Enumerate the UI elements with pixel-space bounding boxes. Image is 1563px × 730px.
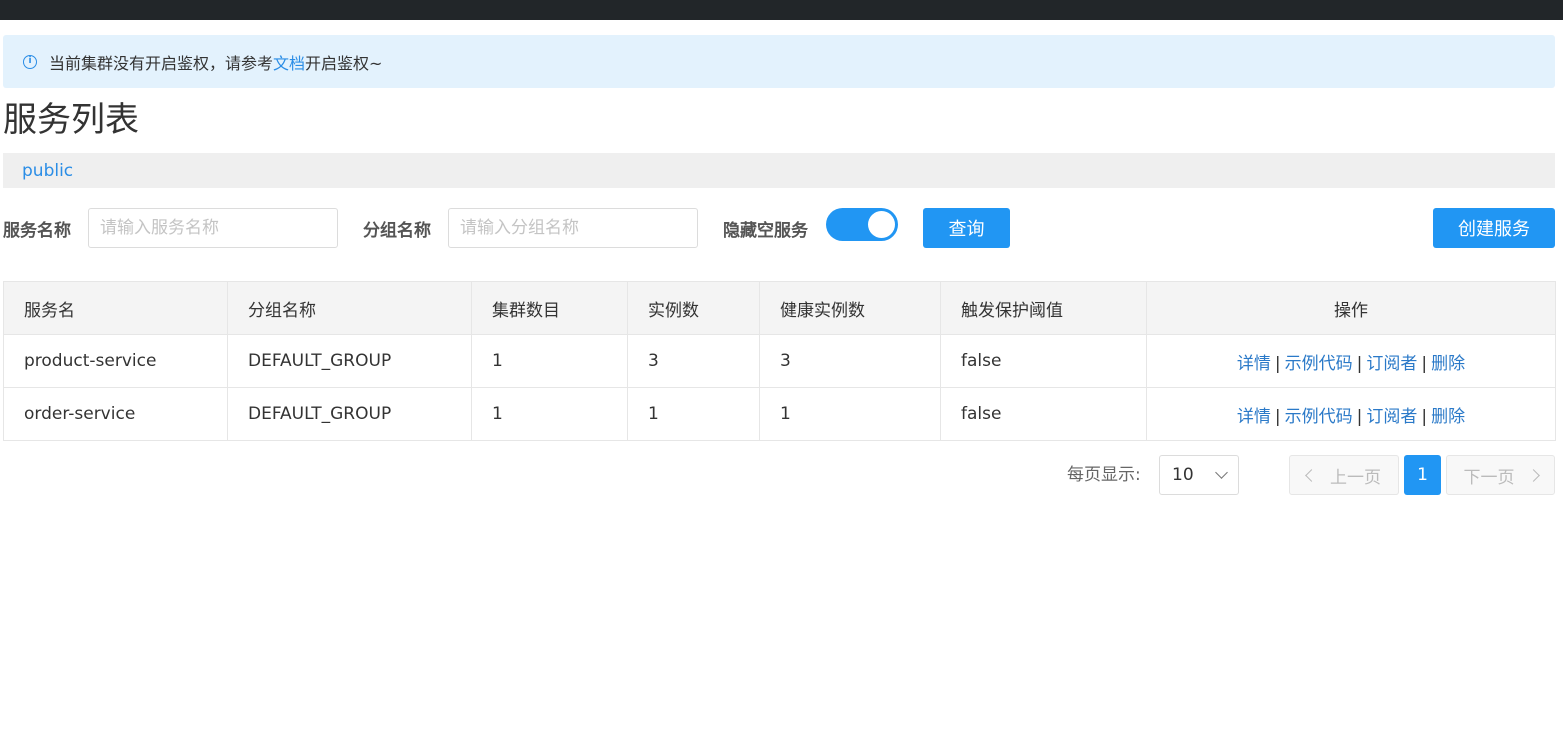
service-name-input[interactable] [88,208,338,248]
notice-text-after: 开启鉴权~ [305,53,383,73]
table-header-row: 服务名 分组名称 集群数目 实例数 健康实例数 触发保护阈值 操作 [3,281,1556,335]
separator: | [1421,353,1428,374]
cell-group-name: DEFAULT_GROUP [227,387,472,441]
cell-operations: 详情 | 示例代码 | 订阅者 | 删除 [1146,387,1556,441]
chevron-left-icon [1305,468,1318,482]
cell-protect-threshold: false [940,387,1147,441]
service-table: 服务名 分组名称 集群数目 实例数 健康实例数 触发保护阈值 操作 produc… [3,281,1556,441]
detail-link[interactable]: 详情 [1237,354,1271,374]
notice-text-before: 当前集群没有开启鉴权，请参考 [49,53,274,73]
separator: | [1274,406,1281,427]
service-name-label: 服务名称 [3,220,71,241]
subscribers-link[interactable]: 订阅者 [1366,407,1417,427]
cell-instance-count: 3 [627,334,760,388]
separator: | [1356,353,1363,374]
next-page-label: 下一页 [1463,467,1515,488]
cell-healthy-instance-count: 3 [759,334,941,388]
header-group-name: 分组名称 [227,281,472,335]
service-name-filter: 服务名称 [3,208,71,248]
cell-healthy-instance-count: 1 [759,387,941,441]
auth-notice: i 当前集群没有开启鉴权，请参考 文档 开启鉴权~ [3,35,1555,88]
info-icon: i [23,54,37,69]
toggle-knob [868,211,895,238]
cell-operations: 详情 | 示例代码 | 订阅者 | 删除 [1146,334,1556,388]
page-size-select[interactable]: 10 [1159,455,1239,495]
chevron-down-icon [1215,466,1228,479]
hide-empty-toggle[interactable] [826,208,898,241]
hide-empty-filter: 隐藏空服务 [723,208,808,248]
header-protect-threshold: 触发保护阈值 [940,281,1147,335]
prev-page-label: 上一页 [1330,467,1381,488]
namespace-bar: public [3,153,1555,188]
separator: | [1356,406,1363,427]
query-button[interactable]: 查询 [923,208,1010,248]
top-bar [0,0,1563,20]
next-page-button[interactable]: 下一页 [1446,455,1555,495]
group-name-filter: 分组名称 [363,208,431,248]
detail-link[interactable]: 详情 [1237,407,1271,427]
table-row: order-service DEFAULT_GROUP 1 1 1 false … [3,387,1556,441]
namespace-public[interactable]: public [22,161,73,181]
header-operations: 操作 [1146,281,1556,335]
header-healthy-instance-count: 健康实例数 [759,281,941,335]
page-title: 服务列表 [3,100,139,140]
cell-instance-count: 1 [627,387,760,441]
cell-group-name: DEFAULT_GROUP [227,334,472,388]
group-name-input[interactable] [448,208,698,248]
group-name-label: 分组名称 [363,220,431,241]
prev-page-button[interactable]: 上一页 [1289,455,1399,495]
chevron-right-icon [1526,468,1540,482]
header-cluster-count: 集群数目 [471,281,628,335]
header-instance-count: 实例数 [627,281,760,335]
delete-link[interactable]: 删除 [1431,354,1465,374]
subscribers-link[interactable]: 订阅者 [1366,354,1417,374]
page-number-1[interactable]: 1 [1404,455,1441,495]
separator: | [1274,353,1281,374]
page-size-value: 10 [1172,465,1194,485]
cell-cluster-count: 1 [471,334,628,388]
docs-link[interactable]: 文档 [273,50,305,74]
sample-code-link[interactable]: 示例代码 [1285,407,1353,427]
cell-cluster-count: 1 [471,387,628,441]
cell-protect-threshold: false [940,334,1147,388]
delete-link[interactable]: 删除 [1431,407,1465,427]
page-size-label: 每页显示: [1067,465,1141,485]
hide-empty-label: 隐藏空服务 [723,220,808,241]
separator: | [1421,406,1428,427]
cell-service-name: product-service [3,334,228,388]
create-service-button[interactable]: 创建服务 [1433,208,1555,248]
sample-code-link[interactable]: 示例代码 [1285,354,1353,374]
header-service-name: 服务名 [3,281,228,335]
cell-service-name: order-service [3,387,228,441]
table-row: product-service DEFAULT_GROUP 1 3 3 fals… [3,334,1556,388]
